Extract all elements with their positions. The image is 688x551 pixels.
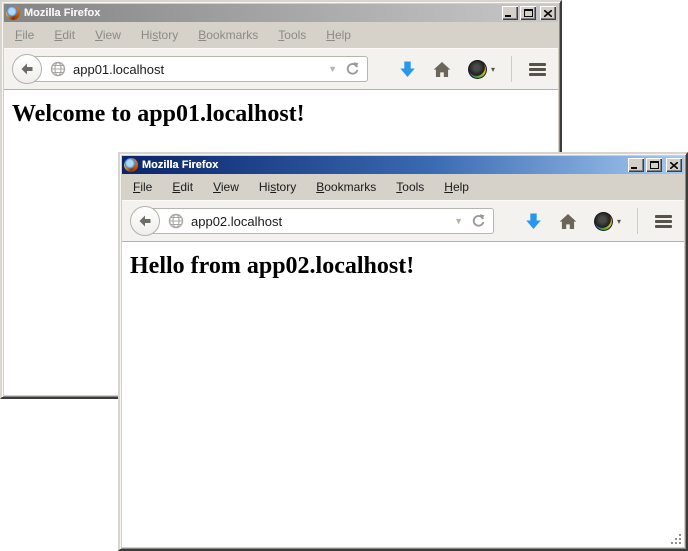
firefox-window-app02[interactable]: Mozilla Firefox FileEditViewHistoryBookm… [118,152,688,551]
download-button[interactable] [525,213,542,230]
menu-item-edit[interactable]: Edit [162,178,203,196]
window-controls [500,6,556,20]
window-title: Mozilla Firefox [142,159,626,171]
back-button[interactable] [130,206,160,236]
site-identity-globe-icon[interactable] [50,61,66,77]
menu-item-history[interactable]: History [249,178,306,196]
home-button[interactable] [559,213,577,230]
reload-icon [471,213,486,228]
menu-item-edit[interactable]: Edit [44,26,85,44]
firefox-logo-icon [6,6,20,20]
maximize-button[interactable] [646,158,662,172]
urlbar-dropdown-icon[interactable]: ▼ [454,216,463,226]
back-arrow-icon [137,213,153,229]
hamburger-icon [655,215,672,228]
resize-grip[interactable] [670,533,683,546]
titlebar[interactable]: Mozilla Firefox [122,156,684,174]
menu-item-bookmarks[interactable]: Bookmarks [306,178,386,196]
menu-bar: FileEditViewHistoryBookmarksToolsHelp [122,174,684,200]
page-heading: Welcome to app01.localhost! [12,101,550,128]
minimize-icon [505,15,511,17]
minimize-icon [631,167,637,169]
toolbar-buttons: ▾ [382,56,546,82]
hamburger-menu-button[interactable] [529,63,546,76]
url-text[interactable]: app01.localhost [73,62,324,77]
close-icon [670,162,678,169]
firefox-logo-icon [124,158,138,172]
url-bar[interactable]: app01.localhost ▼ [27,56,368,82]
download-button[interactable] [399,61,416,78]
minimize-button[interactable] [628,158,644,172]
close-icon [544,10,552,17]
page-content: Hello from app02.localhost! [122,242,684,547]
menu-item-file[interactable]: File [123,178,162,196]
menu-item-history[interactable]: History [131,26,188,44]
hamburger-icon [529,63,546,76]
hamburger-menu-button[interactable] [655,215,672,228]
menu-item-view[interactable]: View [85,26,131,44]
colorwheel-icon [468,60,487,79]
urlbar-dropdown-icon[interactable]: ▼ [328,64,337,74]
toolbar-separator [511,56,512,82]
colorwheel-extension-button[interactable]: ▾ [468,60,495,79]
minimize-button[interactable] [502,6,518,20]
colorwheel-extension-button[interactable]: ▾ [594,212,621,231]
site-identity-globe-icon[interactable] [168,213,184,229]
home-icon [559,213,577,230]
menu-item-help[interactable]: Help [434,178,479,196]
home-icon [433,61,451,78]
download-icon [525,213,542,230]
menu-item-tools[interactable]: Tools [386,178,434,196]
window-controls [626,158,682,172]
close-button[interactable] [540,6,556,20]
urlbar-container: app01.localhost ▼ [12,54,368,84]
home-button[interactable] [433,61,451,78]
close-button[interactable] [666,158,682,172]
maximize-icon [524,9,533,17]
navigation-toolbar: app02.localhost ▼ ▾ [122,200,684,242]
window-title: Mozilla Firefox [24,7,500,19]
navigation-toolbar: app01.localhost ▼ ▾ [4,48,558,90]
back-arrow-icon [19,61,35,77]
maximize-button[interactable] [520,6,536,20]
colorwheel-dropdown-icon: ▾ [491,65,495,74]
titlebar[interactable]: Mozilla Firefox [4,4,558,22]
reload-button[interactable] [471,213,487,229]
urlbar-container: app02.localhost ▼ [130,206,494,236]
reload-button[interactable] [345,61,361,77]
menu-item-tools[interactable]: Tools [268,26,316,44]
colorwheel-icon [594,212,613,231]
menu-item-help[interactable]: Help [316,26,361,44]
menu-item-file[interactable]: File [5,26,44,44]
menu-item-bookmarks[interactable]: Bookmarks [188,26,268,44]
page-heading: Hello from app02.localhost! [130,253,676,280]
download-icon [399,61,416,78]
desktop: { "menu_items": [ {"label": "File", "mne… [0,0,688,551]
maximize-icon [650,161,659,169]
reload-icon [345,61,360,76]
colorwheel-dropdown-icon: ▾ [617,217,621,226]
url-bar[interactable]: app02.localhost ▼ [145,208,494,234]
menu-bar: FileEditViewHistoryBookmarksToolsHelp [4,22,558,48]
toolbar-buttons: ▾ [508,208,672,234]
toolbar-separator [637,208,638,234]
url-text[interactable]: app02.localhost [191,214,450,229]
back-button[interactable] [12,54,42,84]
menu-item-view[interactable]: View [203,178,249,196]
